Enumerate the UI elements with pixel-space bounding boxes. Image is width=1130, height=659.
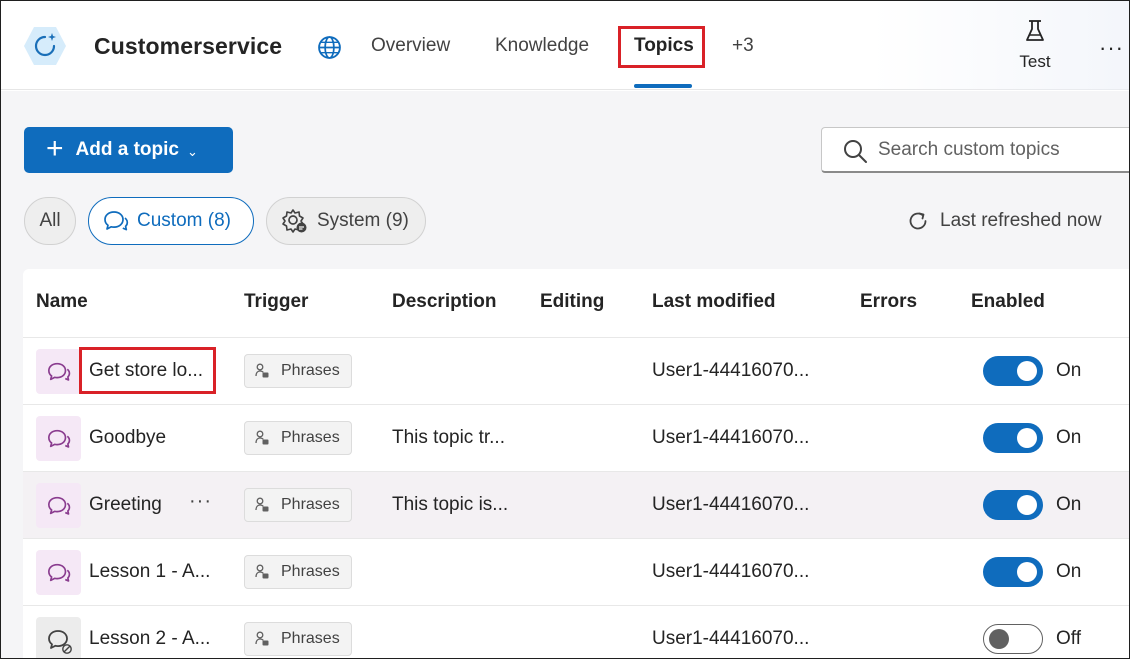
person-phrases-icon (255, 497, 269, 512)
topic-disabled-icon (36, 617, 81, 658)
row-more-options-icon[interactable]: ··· (189, 490, 212, 513)
app-window: Customerservice Overview Knowledge Topic… (0, 0, 1130, 659)
col-header-errors[interactable]: Errors (860, 291, 917, 313)
col-header-name[interactable]: Name (36, 291, 88, 313)
refresh-button[interactable]: Last refreshed now (906, 209, 1102, 233)
last-refreshed-text: Last refreshed now (940, 210, 1102, 231)
topic-name-link[interactable]: Lesson 1 - A... (89, 561, 210, 583)
col-header-enabled[interactable]: Enabled (971, 291, 1045, 313)
enabled-state: On (1056, 561, 1082, 582)
active-tab-indicator (634, 84, 692, 88)
tab-more-count[interactable]: +3 (732, 35, 754, 57)
last-modified-by: User1-44416070... (652, 494, 810, 515)
last-modified-by: User1-44416070... (652, 561, 810, 582)
add-topic-label: Add a topic (75, 139, 179, 160)
topic-name-link[interactable]: Greeting (89, 494, 162, 516)
filter-system[interactable]: System (9) (266, 197, 426, 245)
search-field[interactable] (821, 127, 1129, 173)
search-icon (844, 140, 867, 163)
topic-icon (36, 349, 81, 394)
enabled-toggle[interactable] (983, 356, 1043, 386)
enabled-toggle[interactable] (983, 624, 1043, 654)
enabled-state: On (1056, 494, 1082, 515)
trigger-badge: Phrases (244, 555, 352, 589)
tab-overview[interactable]: Overview (371, 35, 450, 57)
test-label: Test (1019, 52, 1051, 71)
table-row[interactable]: Goodbye Phrases This topic tr... User1-4… (23, 404, 1129, 471)
top-header: Customerservice Overview Knowledge Topic… (1, 1, 1129, 90)
enabled-state: Off (1056, 628, 1081, 649)
tab-knowledge[interactable]: Knowledge (495, 35, 589, 57)
topic-icon (36, 550, 81, 595)
table-row[interactable]: Lesson 2 - A... Phrases User1-44416070..… (23, 605, 1129, 658)
globe-icon[interactable] (317, 35, 342, 60)
last-modified-by: User1-44416070... (652, 360, 810, 381)
last-modified-by: User1-44416070... (652, 628, 810, 649)
col-header-editing[interactable]: Editing (540, 291, 604, 313)
enabled-state: On (1056, 427, 1082, 448)
more-options-icon[interactable]: ··· (1099, 35, 1124, 61)
chat-bubbles-icon (104, 211, 129, 231)
person-phrases-icon (255, 430, 269, 445)
topic-icon (36, 483, 81, 528)
topic-name-link[interactable]: Lesson 2 - A... (89, 628, 210, 650)
enabled-state: On (1056, 360, 1082, 381)
filter-all-label: All (39, 210, 61, 231)
test-button[interactable]: Test (1009, 17, 1061, 77)
bot-avatar-icon (24, 27, 66, 65)
enabled-toggle[interactable] (983, 557, 1043, 587)
trigger-badge: Phrases (244, 354, 352, 388)
filter-system-label: System (9) (317, 210, 409, 231)
topic-description: This topic is... (392, 494, 509, 515)
enabled-toggle[interactable] (983, 423, 1043, 453)
trigger-badge: Phrases (244, 622, 352, 656)
filter-custom-label: Custom (8) (137, 210, 231, 231)
bot-name: Customerservice (94, 33, 283, 59)
trigger-badge: Phrases (244, 488, 352, 522)
topic-description: This topic tr... (392, 427, 505, 448)
filter-custom[interactable]: Custom (8) (88, 197, 254, 245)
plus-icon: + (46, 131, 64, 165)
table-row[interactable]: Greeting ··· Phrases This topic is... Us… (23, 471, 1129, 538)
topics-tab-highlight (618, 26, 705, 68)
col-header-trigger[interactable]: Trigger (244, 291, 308, 313)
search-input[interactable] (878, 136, 1128, 164)
table-row[interactable]: Get store lo... Phrases User1-44416070..… (23, 337, 1129, 404)
person-phrases-icon (255, 363, 269, 378)
col-header-description[interactable]: Description (392, 291, 497, 313)
trigger-badge: Phrases (244, 421, 352, 455)
chevron-down-icon: ⌄ (186, 143, 198, 159)
topic-name-highlight (79, 347, 216, 394)
beaker-icon (1026, 20, 1044, 41)
person-phrases-icon (255, 631, 269, 646)
enabled-toggle[interactable] (983, 490, 1043, 520)
col-header-last-modified[interactable]: Last modified (652, 291, 776, 313)
gear-chat-icon (282, 209, 307, 233)
last-modified-by: User1-44416070... (652, 427, 810, 448)
table-row[interactable]: Lesson 1 - A... Phrases User1-44416070..… (23, 538, 1129, 605)
filter-all[interactable]: All (24, 197, 76, 245)
person-phrases-icon (255, 564, 269, 579)
add-topic-button[interactable]: + Add a topic ⌄ (24, 127, 233, 173)
refresh-icon (909, 212, 927, 230)
topic-name-link[interactable]: Goodbye (89, 427, 166, 449)
topic-icon (36, 416, 81, 461)
